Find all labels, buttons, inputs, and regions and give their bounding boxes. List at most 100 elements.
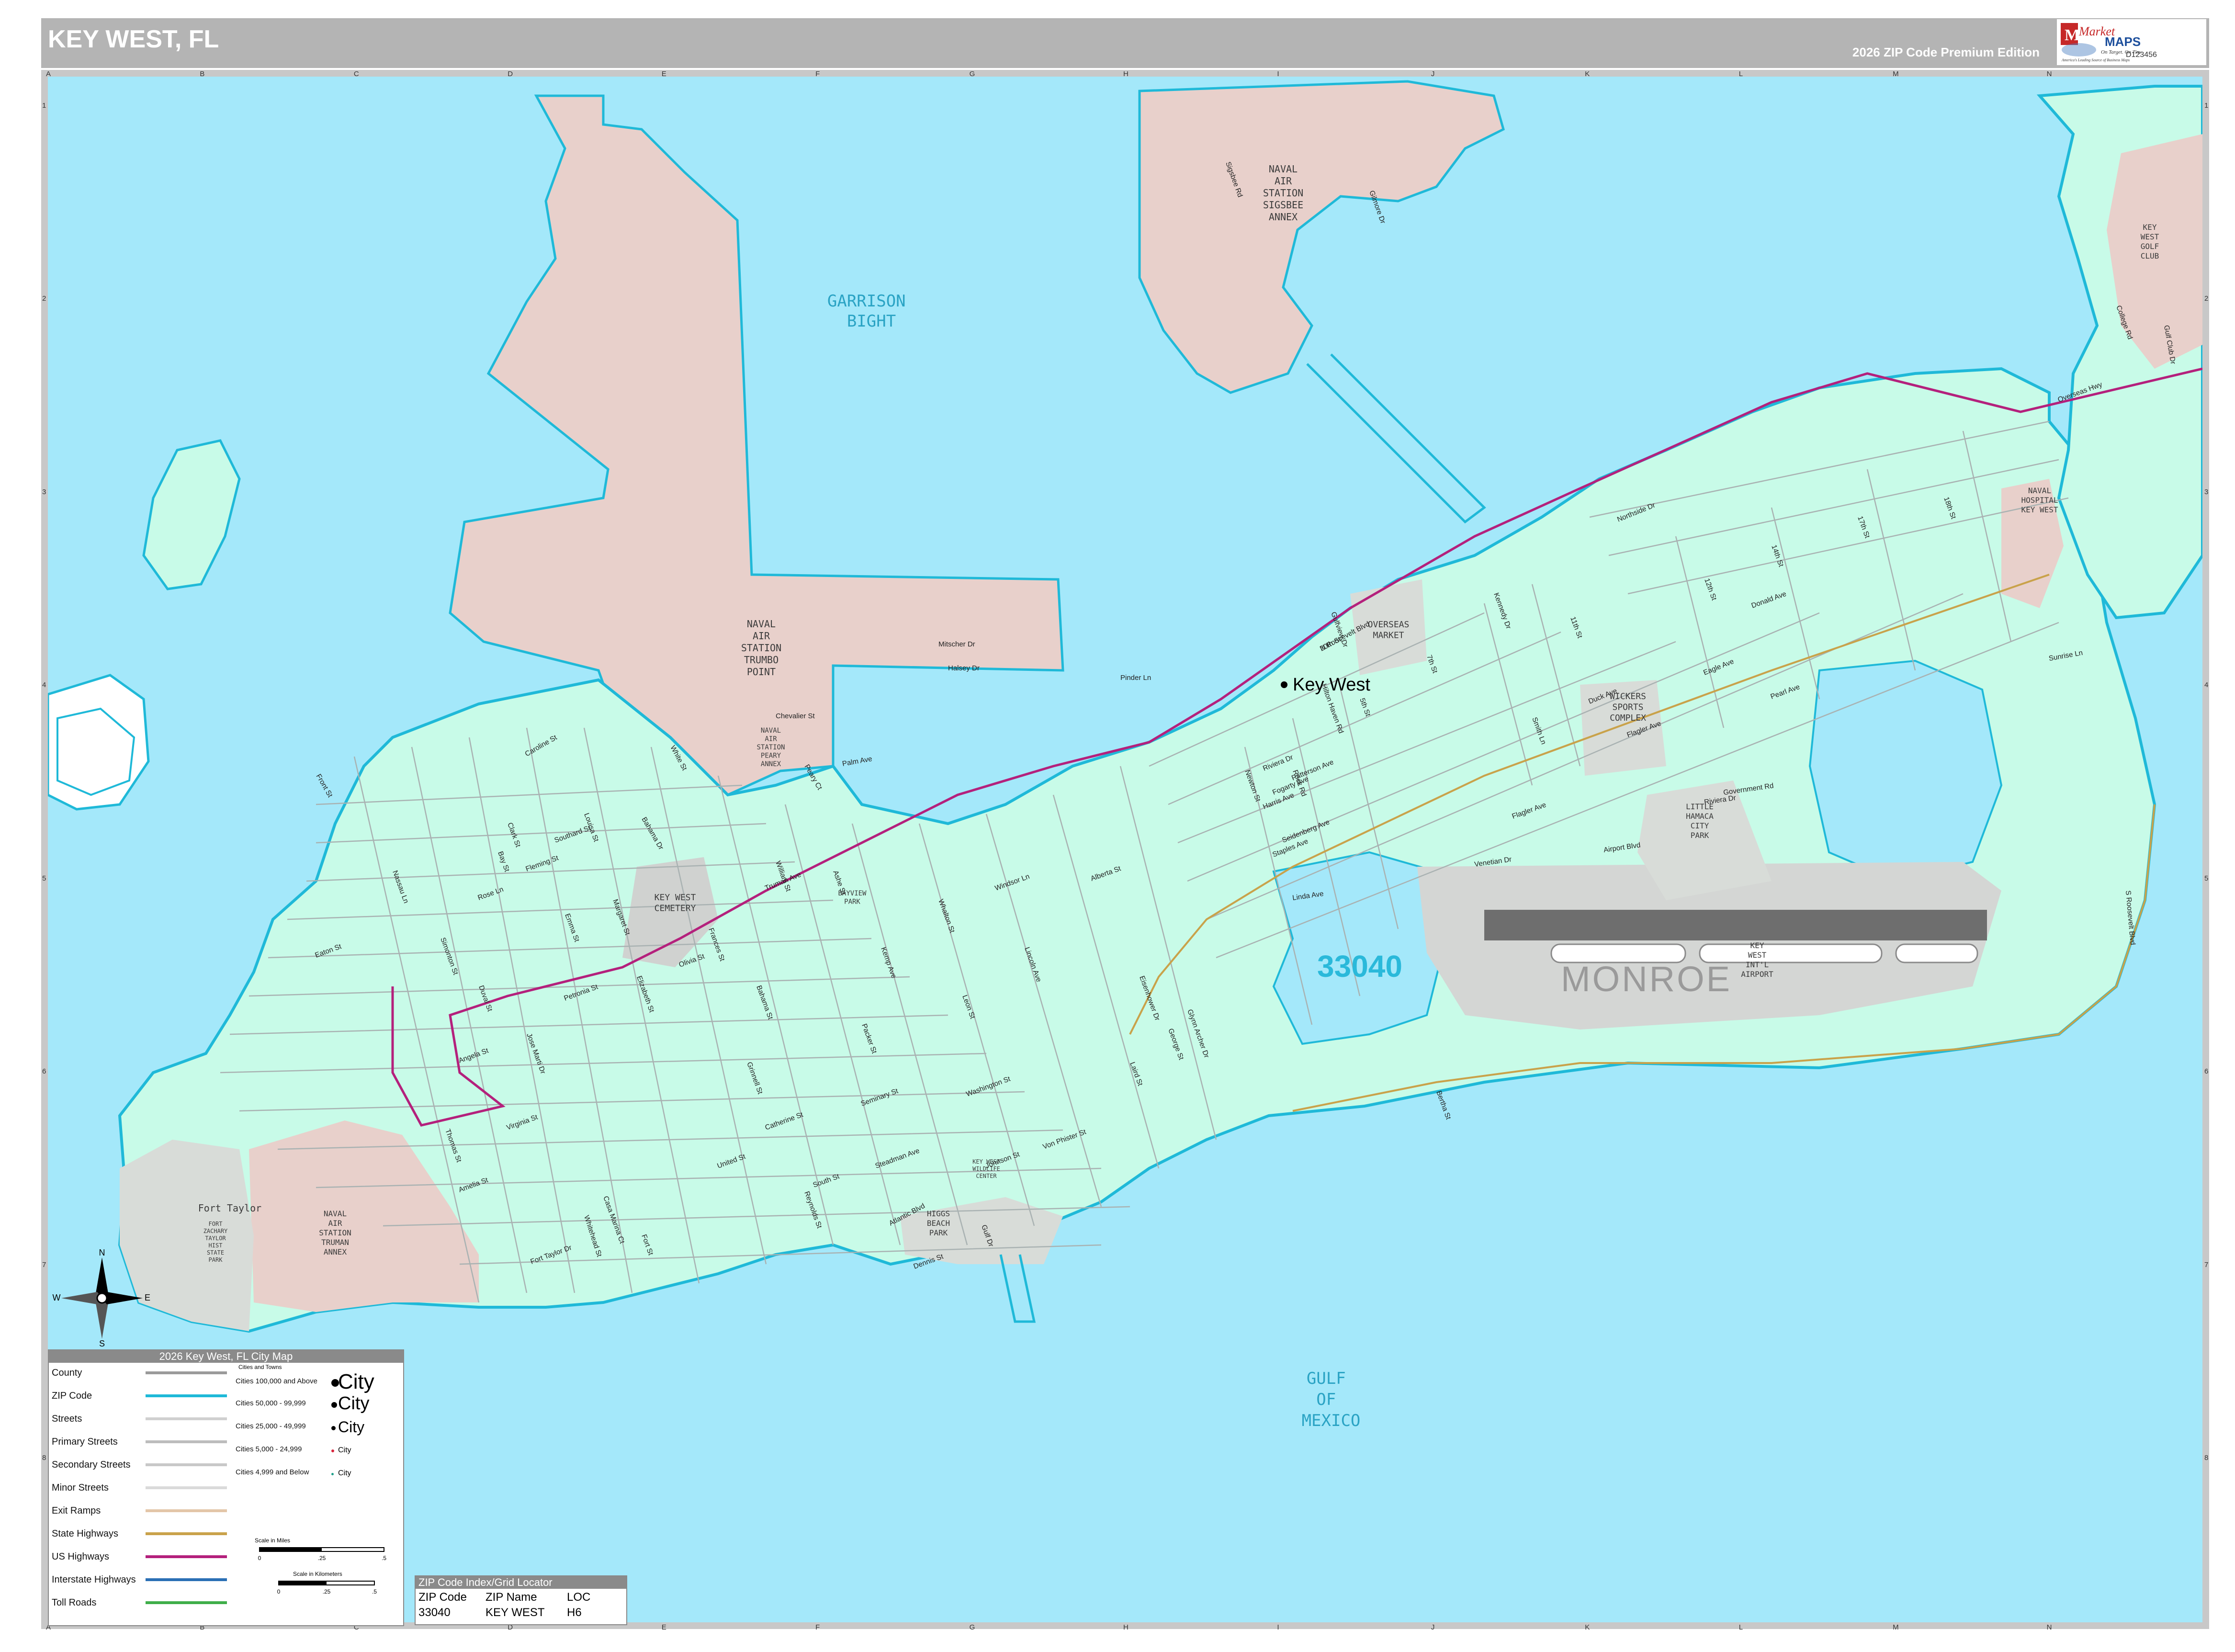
compass-w-point bbox=[61, 1292, 102, 1304]
place-label: KEY WEST CEMETERY bbox=[655, 893, 696, 914]
legend-city-tier-label: Cities 4,999 and Below bbox=[236, 1468, 309, 1476]
legend: 2026 Key West, FL City Map County ZIP Cod… bbox=[48, 1349, 404, 1626]
scale-bar-km: 0 .25 .5 bbox=[277, 1581, 377, 1595]
zip-index-header-zip: ZIP Code bbox=[418, 1591, 467, 1604]
legend-city-sample: City bbox=[338, 1393, 370, 1414]
logo-m: M bbox=[2065, 26, 2080, 44]
legend-city-dot bbox=[331, 1472, 334, 1475]
legend-city-tier: Cities 100,000 and Above City bbox=[236, 1369, 398, 1393]
zip-index-loc: H6 bbox=[567, 1606, 582, 1619]
grid-col-label: J bbox=[1431, 1623, 1435, 1631]
place-label: OVERSEAS MARKET bbox=[1368, 620, 1410, 641]
grid-col-label: G bbox=[969, 1623, 975, 1631]
legend-item-swatch bbox=[146, 1555, 227, 1558]
grid-col-label: N bbox=[2046, 1623, 2052, 1631]
runway bbox=[1484, 910, 1987, 940]
grid-row-label: 7 bbox=[42, 1260, 46, 1269]
legend-item-swatch bbox=[146, 1440, 227, 1443]
legend-city-dot bbox=[331, 1402, 337, 1408]
legend-item-swatch bbox=[146, 1578, 227, 1581]
street-label: Chevalier St bbox=[776, 712, 815, 720]
scale-km-label: Scale in Kilometers bbox=[293, 1571, 342, 1577]
legend-city-dot bbox=[331, 1426, 336, 1430]
place-label: NAVAL AIR STATION TRUMBO POINT bbox=[741, 618, 781, 678]
place-label: HIGGS BEACH PARK bbox=[927, 1209, 950, 1237]
street-label: Mitscher Dr bbox=[938, 640, 975, 648]
zip-label-33040: 33040 bbox=[1317, 949, 1402, 984]
legend-item-swatch bbox=[146, 1463, 227, 1466]
legend-item-label: Interstate Highways bbox=[52, 1574, 136, 1585]
grid-row-label: 6 bbox=[2204, 1067, 2209, 1076]
place-label: NAVAL AIR STATION SIGSBEE ANNEX bbox=[1263, 163, 1303, 223]
street-label: Pinder Ln bbox=[1120, 674, 1151, 682]
legend-city-tier-label: Cities 100,000 and Above bbox=[236, 1377, 317, 1385]
legend-item-swatch bbox=[146, 1371, 227, 1374]
legend-city-sample: City bbox=[338, 1418, 365, 1436]
compass-w-label: W bbox=[53, 1293, 61, 1302]
place-label: Fort Taylor bbox=[198, 1202, 261, 1214]
grid-row-label: 1 bbox=[42, 101, 46, 110]
edition-label: 2026 ZIP Code Premium Edition bbox=[1852, 45, 2040, 59]
svg-text:.25: .25 bbox=[323, 1588, 331, 1595]
map-id: D123456 bbox=[2126, 51, 2157, 59]
legend-item-label: Secondary Streets bbox=[52, 1460, 131, 1470]
place-label: NAVAL AIR STATION TRUMAN ANNEX bbox=[319, 1209, 351, 1256]
legend-item-label: Primary Streets bbox=[52, 1437, 118, 1447]
grid-row-label: 2 bbox=[42, 294, 46, 303]
grid-col-label: F bbox=[815, 1623, 820, 1631]
legend-city-dot bbox=[331, 1449, 334, 1452]
legend-item: Toll Roads bbox=[52, 1595, 396, 1614]
east-salt-pond bbox=[1808, 659, 2003, 883]
legend-city-sample: City bbox=[338, 1446, 351, 1455]
svg-text:.5: .5 bbox=[372, 1588, 377, 1595]
legend-city-sample: City bbox=[338, 1369, 374, 1393]
legend-item-label: Minor Streets bbox=[52, 1482, 109, 1493]
scale-miles-label: Scale in Miles bbox=[255, 1537, 291, 1544]
legend-item-label: State Highways bbox=[52, 1528, 118, 1539]
grid-row-label: 5 bbox=[2204, 874, 2209, 883]
zip-index-title: ZIP Code Index/Grid Locator bbox=[416, 1576, 626, 1589]
logo-subline: America's Leading Source of Business Map… bbox=[2061, 58, 2130, 62]
grid-row-label: 3 bbox=[2204, 487, 2209, 496]
legend-city-tier: Cities 25,000 - 49,999 City bbox=[236, 1417, 398, 1437]
place-label: KEY WEST GOLF CLUB bbox=[2141, 223, 2159, 260]
compass-s-point bbox=[96, 1298, 108, 1339]
legend-item-label: Streets bbox=[52, 1414, 82, 1424]
grid-row-label: 1 bbox=[2204, 101, 2209, 110]
logo-globe bbox=[2062, 43, 2096, 57]
legend-item: Minor Streets bbox=[52, 1480, 396, 1499]
legend-item-label: US Highways bbox=[52, 1551, 110, 1562]
svg-text:0: 0 bbox=[277, 1588, 281, 1595]
legend-item-label: Exit Ramps bbox=[52, 1505, 101, 1516]
svg-text:0: 0 bbox=[258, 1555, 261, 1561]
city-dot-key-west bbox=[1281, 681, 1287, 688]
legend-item-swatch bbox=[146, 1486, 227, 1489]
legend-city-tier-label: Cities 50,000 - 99,999 bbox=[236, 1399, 306, 1407]
grid-row-label: 8 bbox=[42, 1454, 46, 1462]
zip-index-name: KEY WEST bbox=[485, 1606, 545, 1619]
legend-city-sample: City bbox=[338, 1469, 351, 1478]
svg-text:.5: .5 bbox=[382, 1555, 386, 1561]
grid-col-label: H bbox=[1123, 1623, 1129, 1631]
legend-city-tier-label: Cities 5,000 - 24,999 bbox=[236, 1445, 302, 1453]
legend-title: 2026 Key West, FL City Map bbox=[49, 1350, 403, 1363]
grid-row-label: 4 bbox=[42, 681, 46, 690]
compass-hub bbox=[96, 1292, 108, 1304]
grid-col-label: E bbox=[661, 1623, 666, 1631]
legend-item: Exit Ramps bbox=[52, 1503, 396, 1522]
street-label: Halsey Dr bbox=[948, 664, 980, 672]
legend-item-swatch bbox=[146, 1417, 227, 1420]
city-label-key-west: Key West bbox=[1293, 675, 1370, 695]
legend-city-tier: Cities 5,000 - 24,999 City bbox=[236, 1440, 398, 1460]
grid-row-label: 4 bbox=[2204, 681, 2209, 690]
county-label-monroe: MONROE bbox=[1561, 959, 1732, 999]
legend-cities-heading: Cities and Towns bbox=[238, 1364, 282, 1370]
legend-item-label: Toll Roads bbox=[52, 1597, 97, 1608]
legend-item-swatch bbox=[146, 1532, 227, 1535]
grid-row-label: 6 bbox=[42, 1067, 46, 1076]
logo-name-2: MAPS bbox=[2105, 34, 2141, 49]
compass-n-label: N bbox=[99, 1248, 105, 1257]
legend-city-tier: Cities 4,999 and Below City bbox=[236, 1463, 398, 1482]
taxiway-3 bbox=[1895, 943, 1978, 963]
grid-row-label: 2 bbox=[2204, 294, 2209, 303]
